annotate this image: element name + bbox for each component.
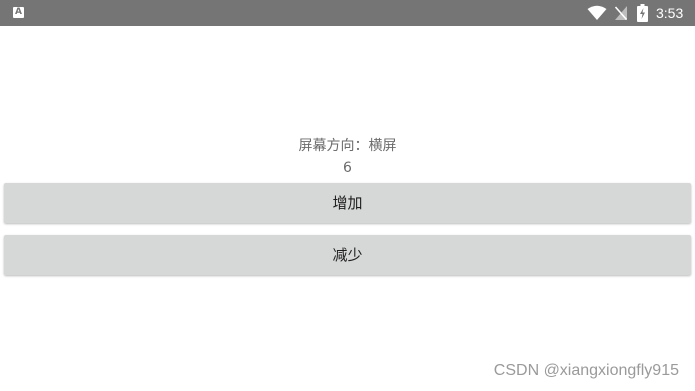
app-screen: A 3:53 屏幕方向：横屏 6 增加 减少 CSDN @xiangxiongf…	[0, 0, 695, 391]
status-clock: 3:53	[656, 5, 684, 21]
orientation-label: 屏幕方向：横屏	[298, 138, 397, 154]
increase-button[interactable]: 增加	[4, 183, 691, 223]
status-bar: A 3:53	[0, 0, 695, 26]
wifi-icon	[587, 5, 607, 20]
decrease-button[interactable]: 减少	[4, 235, 691, 275]
battery-charging-icon	[637, 4, 648, 22]
no-sim-icon	[614, 6, 628, 21]
counter-value: 6	[343, 160, 352, 176]
watermark: CSDN @xiangxiongfly915	[493, 362, 679, 379]
app-notification-icon: A	[13, 7, 24, 18]
